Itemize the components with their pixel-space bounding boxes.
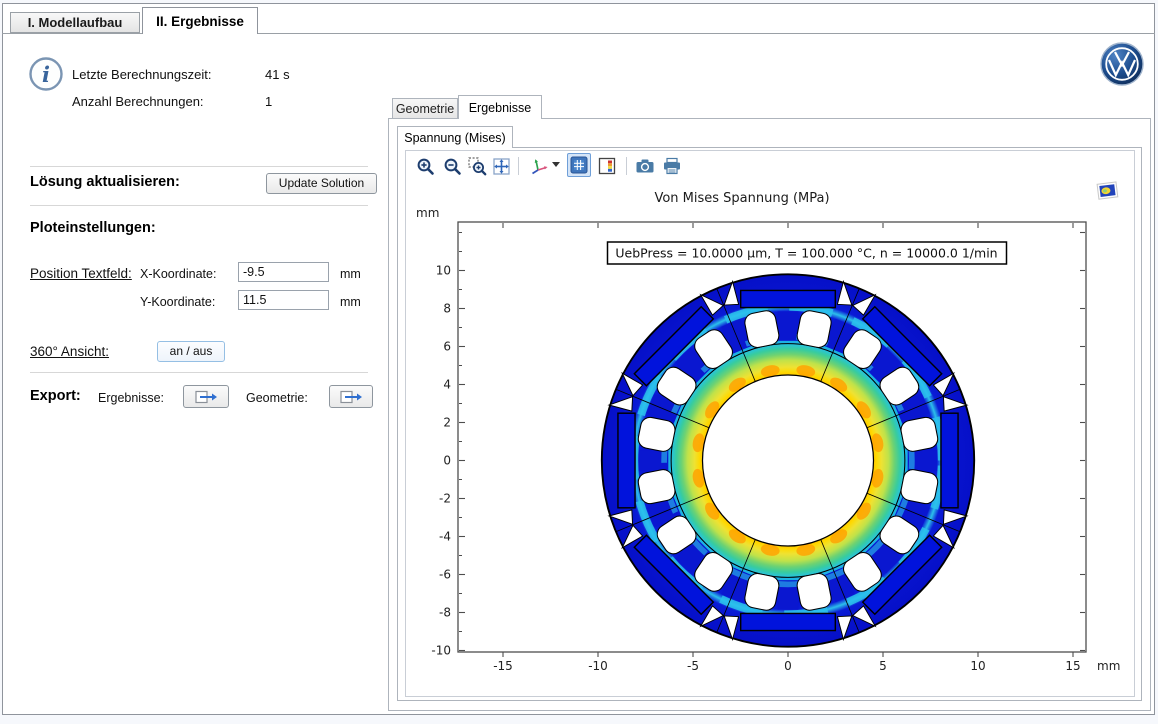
x-axis-unit: mm — [1097, 659, 1120, 673]
zoom-out-icon — [443, 157, 462, 176]
orientation-axes-button[interactable] — [527, 154, 551, 178]
toolbar-separator — [518, 157, 519, 175]
x-coordinate-label: X-Koordinate: — [140, 267, 216, 281]
x-tick-label: 10 — [970, 659, 985, 673]
export-geometry-label: Geometrie: — [246, 391, 308, 405]
calc-count-value: 1 — [265, 94, 272, 109]
calc-count-label: Anzahl Berechnungen: — [72, 94, 204, 109]
separator — [30, 205, 368, 206]
export-icon — [194, 394, 218, 408]
y-tick-label: 10 — [436, 264, 451, 278]
last-calc-time-label: Letzte Berechnungszeit: — [72, 67, 211, 82]
separator — [30, 372, 368, 373]
update-solution-button[interactable]: Update Solution — [266, 173, 377, 194]
y-tick-label: -2 — [439, 492, 451, 506]
zoom-in-button[interactable] — [413, 154, 437, 178]
y-tick-label: 4 — [443, 378, 451, 392]
color-legend-icon — [598, 157, 617, 175]
tab-geometrie[interactable]: Geometrie — [392, 98, 458, 119]
x-tick-label: 15 — [1065, 659, 1080, 673]
export-results-button[interactable] — [183, 385, 229, 408]
zoom-extents-icon — [492, 157, 511, 176]
tab-spannung-mises[interactable]: Spannung (Mises) — [397, 126, 513, 148]
grid-icon — [570, 156, 588, 174]
grid-button[interactable] — [567, 153, 591, 177]
position-textfield-link[interactable]: Position Textfeld: — [30, 266, 132, 281]
y-tick-label: 6 — [443, 340, 451, 354]
export-results-label: Ergebnisse: — [98, 391, 164, 405]
x-tick-label: -5 — [687, 659, 699, 673]
y-unit-label: mm — [340, 295, 361, 309]
tab-modellaufbau[interactable]: I. Modellaufbau — [10, 12, 140, 33]
x-tick-label: -15 — [493, 659, 513, 673]
export-heading: Export: — [30, 388, 81, 404]
y-axis-unit: mm — [416, 206, 439, 220]
y-tick-label: 8 — [443, 302, 451, 316]
last-calc-time-value: 41 s — [265, 67, 290, 82]
zoom-extents-button[interactable] — [489, 154, 513, 178]
export-geometry-button[interactable] — [329, 385, 373, 408]
info-icon: i — [28, 56, 64, 97]
y-coordinate-label: Y-Koordinate: — [140, 295, 215, 309]
orientation-dropdown-caret[interactable] — [552, 162, 560, 167]
orientation-axes-icon — [529, 157, 549, 176]
y-coordinate-input[interactable] — [238, 290, 329, 310]
vw-logo — [1100, 42, 1144, 91]
export-icon — [339, 394, 363, 408]
zoom-box-icon — [468, 157, 487, 176]
x-tick-label: 5 — [879, 659, 887, 673]
zoom-box-button[interactable] — [465, 154, 489, 178]
plot-title: Von Mises Spannung (MPa) — [654, 191, 829, 206]
view-360-link[interactable]: 360° Ansicht: — [30, 344, 109, 359]
color-legend-button[interactable] — [595, 154, 619, 178]
y-tick-label: -4 — [439, 530, 451, 544]
print-button[interactable] — [660, 154, 684, 178]
y-tick-label: 2 — [443, 416, 451, 430]
camera-icon — [635, 157, 655, 175]
y-tick-label: -6 — [439, 568, 451, 582]
x-tick-label: -10 — [588, 659, 608, 673]
plot-canvas[interactable]: Von Mises Spannung (MPa) mm mm -15 -10 -5 0 5 10… — [406, 182, 1132, 694]
zoom-in-icon — [416, 157, 435, 176]
update-solution-heading: Lösung aktualisieren: — [30, 174, 180, 190]
x-tick-label: 0 — [784, 659, 792, 673]
y-tick-label: -8 — [439, 606, 451, 620]
tab-ergebnisse[interactable]: II. Ergebnisse — [142, 7, 258, 34]
zoom-out-button[interactable] — [440, 154, 464, 178]
y-tick-label: -10 — [431, 644, 451, 658]
y-tick-label: 0 — [443, 454, 451, 468]
rotor-cross-section — [602, 274, 974, 646]
separator — [30, 166, 368, 167]
plot-annotation-text: UebPress = 10.0000 µm, T = 100.000 °C, n… — [615, 246, 997, 261]
toolbar-separator — [626, 157, 627, 175]
print-icon — [662, 157, 682, 175]
tab-ergebnisse-plot[interactable]: Ergebnisse — [458, 95, 542, 119]
svg-text:i: i — [42, 62, 50, 87]
x-unit-label: mm — [340, 267, 361, 281]
camera-button[interactable] — [633, 154, 657, 178]
x-coordinate-input[interactable] — [238, 262, 329, 282]
plot-settings-heading: Ploteinstellungen: — [30, 220, 156, 236]
view-360-toggle-button[interactable]: an / aus — [157, 341, 225, 362]
